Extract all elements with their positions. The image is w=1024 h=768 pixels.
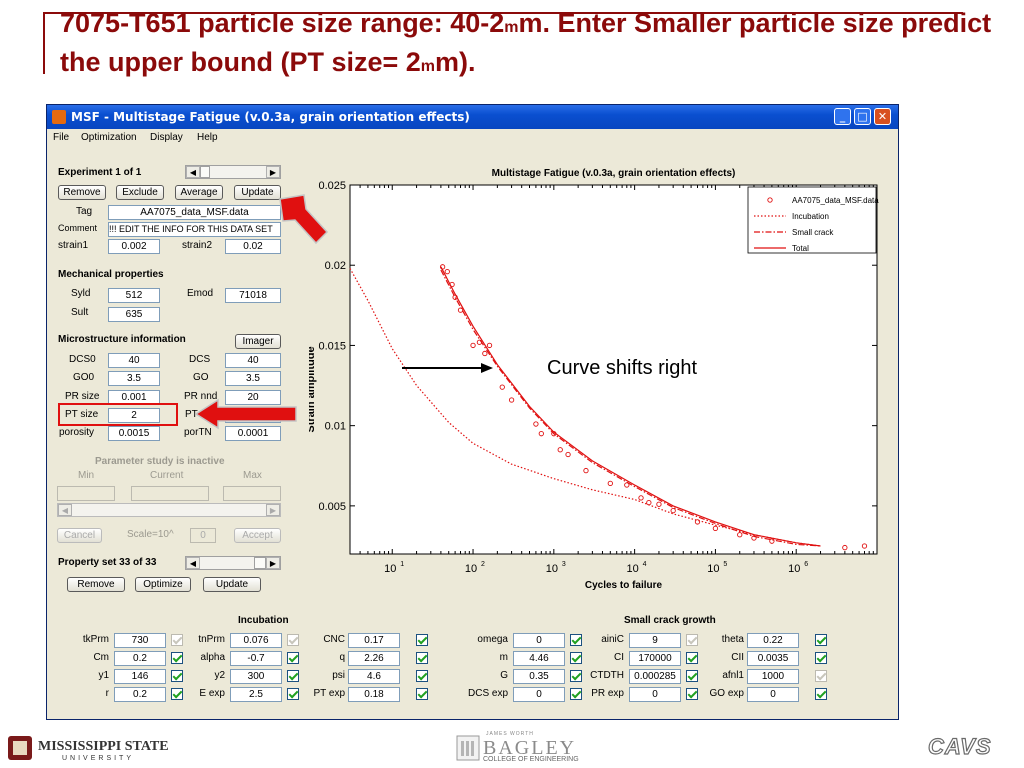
- msu-logo-text: MISSISSIPPI STATE: [38, 739, 169, 754]
- update-arrow: [279, 194, 329, 245]
- bagley-subtext: COLLEGE OF ENGINEERING: [483, 756, 579, 763]
- pt-size-arrow: [194, 398, 297, 430]
- cavs-logo: CAVS: [927, 733, 992, 759]
- curve-shift-annotation: Curve shifts right: [547, 357, 697, 379]
- annotation-overlay: Curve shifts right: [194, 194, 697, 430]
- bagley-building-icon: [456, 735, 480, 761]
- msu-logo-subtext: UNIVERSITY: [62, 755, 135, 762]
- msu-seal-icon: [8, 736, 32, 760]
- shift-arrow: [402, 363, 493, 373]
